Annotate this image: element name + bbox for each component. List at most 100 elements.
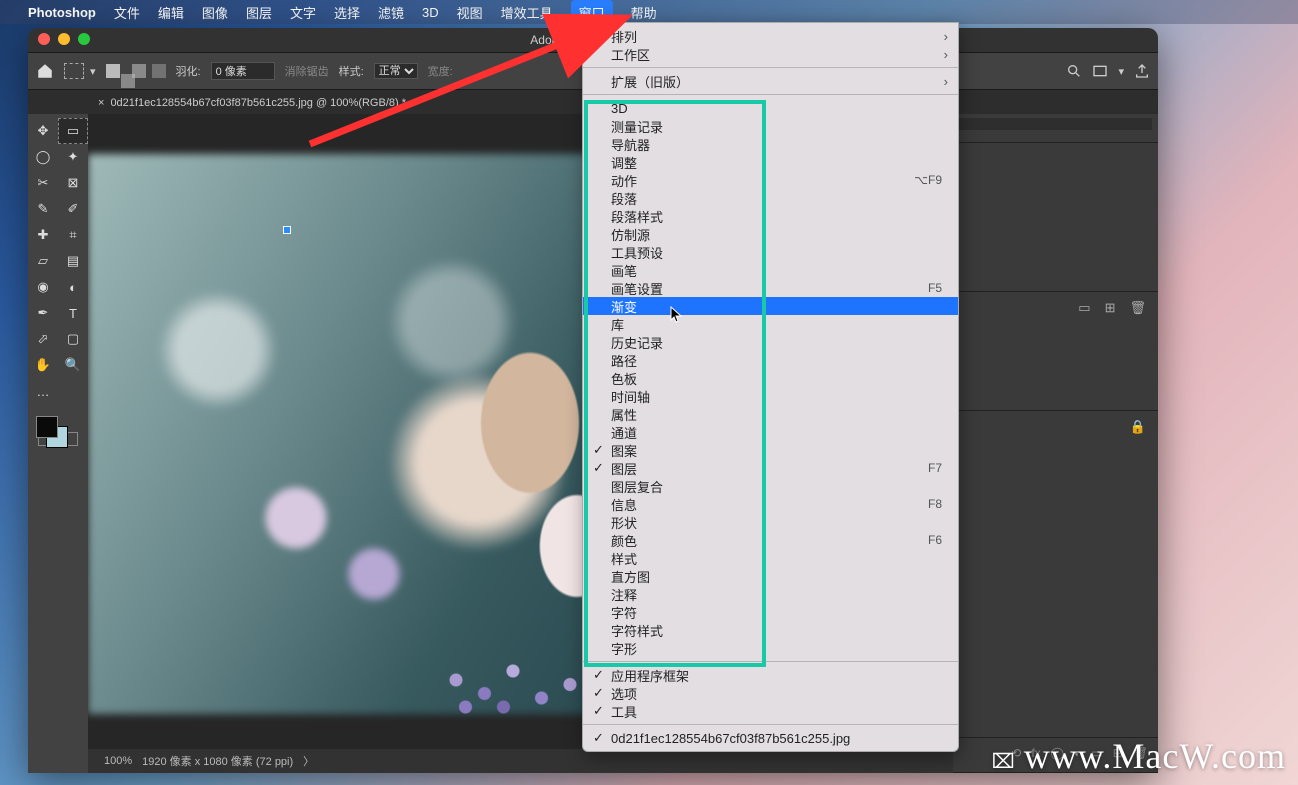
chevron-down-icon[interactable]: ▾ [90,65,96,78]
window-close[interactable] [38,33,50,45]
menu-item[interactable]: 色板 [583,369,958,387]
menu-3d[interactable]: 3D [422,5,439,20]
menu-item[interactable]: 形状 [583,513,958,531]
menu-item[interactable]: 样式 [583,549,958,567]
menu-item[interactable]: 排列 [583,27,958,45]
tool-rect[interactable]: ▢ [58,326,88,352]
menu-item[interactable]: 调整 [583,153,958,171]
layers-panel[interactable]: 🔒 [953,411,1158,738]
menu-item[interactable]: ✓图层F7 [583,459,958,477]
tool-lasso[interactable]: ◯ [28,144,58,170]
tool-magic[interactable]: ✦ [58,144,88,170]
tool-crop[interactable]: ✂ [28,170,58,196]
window-minimize[interactable] [58,33,70,45]
menu-item[interactable]: ✓应用程序框架 [583,666,958,684]
menu-item[interactable]: 路径 [583,351,958,369]
tab-close-icon[interactable]: × [98,97,104,109]
sel-subtract-icon[interactable] [132,64,146,78]
properties-panel[interactable]: ▭ ⊞ 🗑 [953,292,1158,411]
feather-input[interactable] [211,62,275,80]
menu-item[interactable]: ✓0d21f1ec128554b67cf03f87b561c255.jpg [583,729,958,747]
menu-filter[interactable]: 滤镜 [378,3,404,22]
folder-icon[interactable]: ▭ [1078,300,1090,316]
menu-edit[interactable]: 编辑 [158,3,184,22]
menu-item[interactable]: ✓选项 [583,684,958,702]
status-dims[interactable]: 1920 像素 x 1080 像素 (72 ppi) [142,753,293,769]
menu-item[interactable]: 动作⌥F9 [583,171,958,189]
menu-image[interactable]: 图像 [202,3,228,22]
tool-eraser[interactable]: ▱ [28,248,58,274]
style-select[interactable]: 正常 [374,63,418,79]
menu-type[interactable]: 文字 [290,3,316,22]
menu-layer[interactable]: 图层 [246,3,272,22]
menu-item[interactable]: 信息F8 [583,495,958,513]
tool-blur[interactable]: ◉ [28,274,58,300]
status-arrow-icon[interactable]: 〉 [303,753,314,769]
menu-item[interactable]: 通道 [583,423,958,441]
tool-clone[interactable]: ⌗ [58,222,88,248]
menu-item[interactable]: 工作区 [583,45,958,63]
menu-item[interactable]: 图层复合 [583,477,958,495]
menu-item[interactable]: 字符样式 [583,621,958,639]
menu-item[interactable]: 字符 [583,603,958,621]
menu-item[interactable]: 画笔 [583,261,958,279]
home-icon[interactable] [36,62,54,80]
menu-item[interactable]: 历史记录 [583,333,958,351]
menu-file[interactable]: 文件 [114,3,140,22]
menu-item[interactable]: 渐变 [583,297,958,315]
menu-item[interactable]: 工具预设 [583,243,958,261]
menu-item[interactable]: 时间轴 [583,387,958,405]
tool-hand[interactable]: ✋ [28,352,58,378]
fg-color-swatch[interactable] [36,416,58,438]
menu-help[interactable]: 帮助 [631,3,657,22]
chevron-down-icon[interactable]: ▾ [1118,65,1124,78]
tool-frame[interactable]: ⊠ [58,170,88,196]
menu-item[interactable]: 直方图 [583,567,958,585]
menu-item[interactable]: 颜色F6 [583,531,958,549]
menu-item[interactable]: ✓工具 [583,702,958,720]
tool-dodge[interactable]: ◐ [58,274,88,300]
trash-icon[interactable]: 🗑 [1129,300,1146,316]
document-tab[interactable]: 0d21f1ec128554b67cf03f87b561c255.jpg @ 1… [110,97,406,109]
selection-handle[interactable] [283,226,291,234]
share-icon[interactable] [1134,63,1150,79]
antialias-checkbox[interactable]: 消除锯齿 [285,63,329,79]
menu-item[interactable]: 测量记录 [583,117,958,135]
menu-select[interactable]: 选择 [334,3,360,22]
new-icon[interactable]: ⊞ [1105,300,1116,316]
menu-view[interactable]: 视图 [457,3,483,22]
menu-item[interactable]: 库 [583,315,958,333]
menu-item[interactable]: 导航器 [583,135,958,153]
tool-brush[interactable]: ✐ [58,196,88,222]
marquee-indicator-icon[interactable] [64,63,84,79]
sel-new-icon[interactable] [106,64,120,78]
menu-item[interactable]: 段落 [583,189,958,207]
tool-move[interactable]: ✥ [28,118,58,144]
color-swatches[interactable] [28,412,88,452]
menu-item[interactable]: 属性 [583,405,958,423]
tool-zoom[interactable]: 🔍 [58,352,88,378]
tool-marquee[interactable]: ▭ [58,118,88,144]
tool-path[interactable]: ⬀ [28,326,58,352]
menu-item[interactable]: 仿制源 [583,225,958,243]
app-name[interactable]: Photoshop [28,5,96,20]
tool-type[interactable]: T [58,300,88,326]
menu-item[interactable]: 字形 [583,639,958,657]
menu-item[interactable]: 注释 [583,585,958,603]
lock-icon[interactable]: 🔒 [1130,419,1146,435]
tool-healing[interactable]: ✚ [28,222,58,248]
sel-intersect-icon[interactable] [152,64,166,78]
workspace-icon[interactable] [1092,63,1108,79]
tool-eyedrop[interactable]: ✎ [28,196,58,222]
menu-plugins[interactable]: 增效工具 [501,3,553,22]
menu-window[interactable]: 窗口 [571,0,613,25]
tool-ellipsis[interactable]: … [28,378,58,404]
menu-item[interactable]: 3D [583,99,958,117]
menu-item[interactable]: 段落样式 [583,207,958,225]
tool-gradient[interactable]: ▤ [58,248,88,274]
tool-pen[interactable]: ✒ [28,300,58,326]
menu-item[interactable]: 画笔设置F5 [583,279,958,297]
status-zoom[interactable]: 100% [104,755,132,767]
menu-item[interactable]: 扩展（旧版） [583,72,958,90]
search-icon[interactable] [1066,63,1082,79]
